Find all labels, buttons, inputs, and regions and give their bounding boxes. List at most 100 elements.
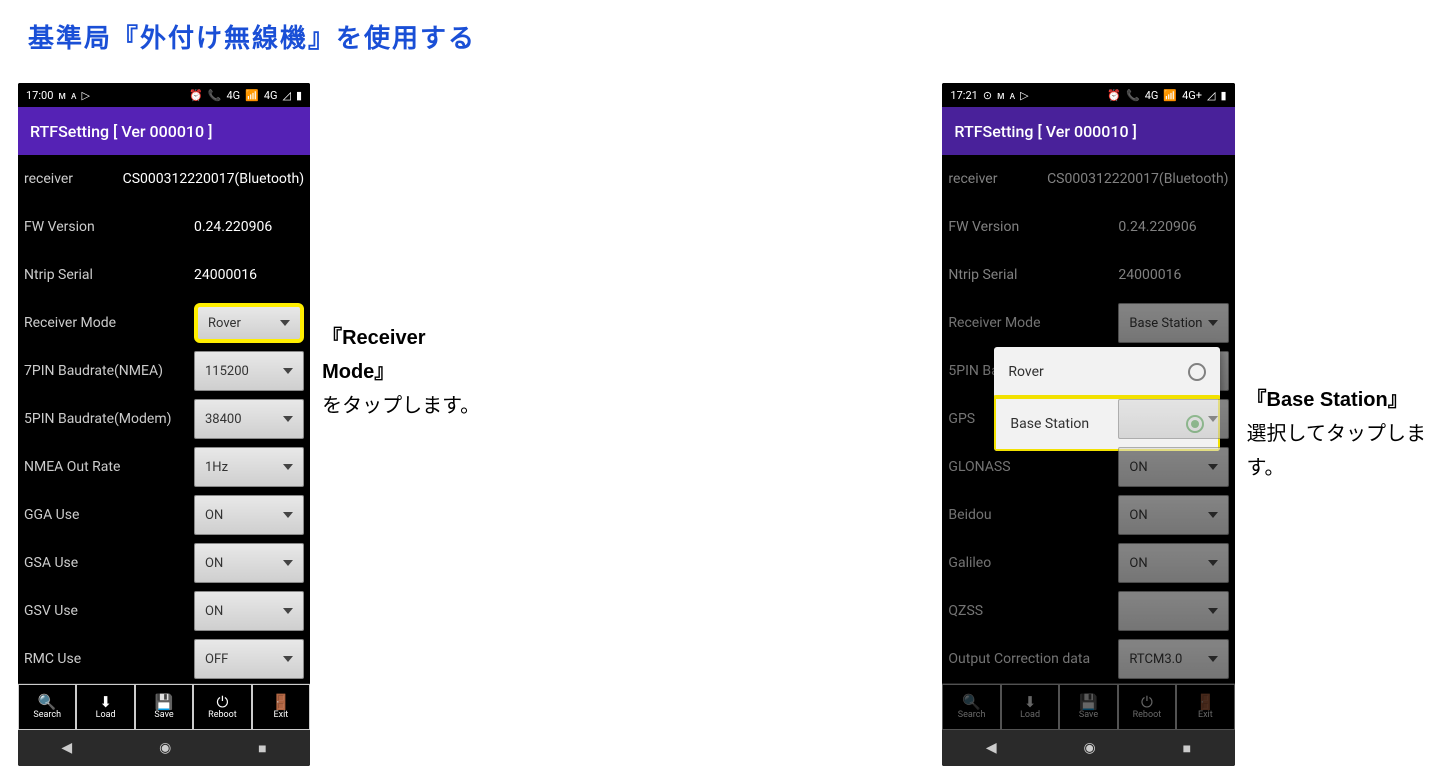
- signal-icon: ◿: [283, 89, 291, 102]
- load-button[interactable]: ⬇Load: [76, 684, 134, 730]
- status-icon: ᴀ: [71, 89, 76, 102]
- chevron-down-icon: [283, 656, 293, 662]
- home-button[interactable]: ◉: [159, 740, 171, 756]
- load-button[interactable]: ⬇Load: [1001, 684, 1059, 730]
- chevron-down-icon: [1208, 320, 1218, 326]
- bottom-toolbar: 🔍Search ⬇Load 💾Save ⏻Reboot 🚪Exit: [18, 683, 310, 730]
- receiver-mode-dropdown[interactable]: Rover: [194, 303, 304, 343]
- back-button[interactable]: ◀: [986, 740, 997, 756]
- gsv-dropdown[interactable]: ON: [194, 591, 304, 631]
- row-7pin: 7PIN Baudrate(NMEA) 115200: [18, 347, 310, 395]
- chevron-down-icon: [283, 368, 293, 374]
- back-button[interactable]: ◀: [61, 740, 72, 756]
- gga-dropdown[interactable]: ON: [194, 495, 304, 535]
- chevron-down-icon: [280, 320, 290, 326]
- chevron-down-icon: [283, 608, 293, 614]
- gsa-dropdown[interactable]: ON: [194, 543, 304, 583]
- output-correction-dropdown[interactable]: RTCM3.0: [1118, 639, 1228, 679]
- beidou-dropdown[interactable]: ON: [1118, 495, 1228, 535]
- android-navbar: ◀ ◉ ■: [942, 730, 1234, 766]
- 5pin-baud-dropdown[interactable]: 38400: [194, 399, 304, 439]
- status-icon: ▷: [1020, 89, 1028, 102]
- reboot-button[interactable]: ⏻Reboot: [1118, 684, 1176, 730]
- nmea-rate-dropdown[interactable]: 1Hz: [194, 447, 304, 487]
- row-output-correction: Output Correction data RTCM3.0: [942, 635, 1234, 683]
- recent-button[interactable]: ■: [258, 740, 266, 757]
- reboot-icon: ⏻: [1141, 695, 1153, 710]
- chevron-down-icon: [283, 464, 293, 470]
- save-icon: 💾: [1079, 695, 1098, 710]
- save-button[interactable]: 💾Save: [1059, 684, 1117, 730]
- row-gsv: GSV Use ON: [18, 587, 310, 635]
- status-icon: ᴍ: [58, 89, 66, 102]
- status-icon: ᴍ: [997, 89, 1005, 102]
- qzss-dropdown[interactable]: [1118, 591, 1228, 631]
- exit-icon: 🚪: [1196, 695, 1215, 710]
- chevron-down-icon: [1208, 656, 1218, 662]
- row-galileo: Galileo ON: [942, 539, 1234, 587]
- search-button[interactable]: 🔍Search: [18, 684, 76, 730]
- load-icon: ⬇: [1024, 695, 1037, 710]
- reboot-button[interactable]: ⏻Reboot: [193, 684, 251, 730]
- info-row-fw: FW Version0.24.220906: [942, 203, 1234, 251]
- radio-off-icon: [1188, 363, 1206, 381]
- annotation-2: 『Base Station』 選択してタップします。: [1247, 83, 1439, 485]
- battery-icon: ▮: [296, 89, 302, 102]
- save-icon: 💾: [155, 695, 174, 710]
- status-time: 17:00: [26, 89, 53, 102]
- row-gps: GPS: [942, 395, 1234, 443]
- rmc-dropdown[interactable]: OFF: [194, 639, 304, 679]
- recent-button[interactable]: ■: [1183, 740, 1191, 757]
- alarm-icon: ⏰: [189, 89, 203, 102]
- phone-screenshot-1: 17:00 ᴍ ᴀ ▷ ⏰ 📞 4G 📶 4G ◿ ▮ RTFSetting […: [18, 83, 310, 766]
- save-button[interactable]: 💾Save: [135, 684, 193, 730]
- signal-icon: 📶: [1163, 89, 1177, 102]
- chevron-down-icon: [1208, 464, 1218, 470]
- call-icon: 📞: [1126, 89, 1140, 102]
- 7pin-baud-dropdown[interactable]: 115200: [194, 351, 304, 391]
- gps-dropdown[interactable]: [1118, 399, 1228, 439]
- glonass-dropdown[interactable]: ON: [1118, 447, 1228, 487]
- exit-icon: 🚪: [272, 695, 291, 710]
- reboot-icon: ⏻: [217, 695, 229, 710]
- row-5pin: 5PIN Baudrate(Modem) 38400: [18, 395, 310, 443]
- exit-button[interactable]: 🚪Exit: [252, 684, 310, 730]
- annotation-1: 『Receiver Mode』 をタップします。: [322, 83, 482, 423]
- chevron-down-icon: [283, 560, 293, 566]
- info-row-receiver: receiverCS000312220017(Bluetooth): [18, 155, 310, 203]
- bottom-toolbar: 🔍Search ⬇Load 💾Save ⏻Reboot 🚪Exit: [942, 683, 1234, 730]
- status-icon: ⊙: [983, 89, 992, 102]
- alarm-icon: ⏰: [1107, 89, 1121, 102]
- chevron-down-icon: [1208, 560, 1218, 566]
- chevron-down-icon: [1208, 416, 1218, 422]
- row-receiver-mode: Receiver Mode Base Station: [942, 299, 1234, 347]
- info-row-ntrip: Ntrip Serial24000016: [942, 251, 1234, 299]
- call-icon: 📞: [208, 89, 222, 102]
- receiver-mode-dropdown[interactable]: Base Station: [1118, 303, 1228, 343]
- row-5pin: 5PIN Ba Rover Base Station: [942, 347, 1234, 395]
- info-row-ntrip: Ntrip Serial24000016: [18, 251, 310, 299]
- search-icon: 🔍: [962, 695, 981, 710]
- home-button[interactable]: ◉: [1084, 740, 1096, 756]
- search-button[interactable]: 🔍Search: [942, 684, 1000, 730]
- row-rmc: RMC Use OFF: [18, 635, 310, 683]
- net-icon: 4G+: [1182, 89, 1202, 102]
- exit-button[interactable]: 🚪Exit: [1176, 684, 1234, 730]
- row-nmea-rate: NMEA Out Rate 1Hz: [18, 443, 310, 491]
- phone-screenshot-2: 17:21 ⊙ ᴍ ᴀ ▷ ⏰ 📞 4G 📶 4G+ ◿ ▮ RTFSettin…: [942, 83, 1234, 766]
- galileo-dropdown[interactable]: ON: [1118, 543, 1228, 583]
- info-row-fw: FW Version0.24.220906: [18, 203, 310, 251]
- row-gsa: GSA Use ON: [18, 539, 310, 587]
- net-icon: 4G: [226, 89, 240, 102]
- app-title-bar: RTFSetting [ Ver 000010 ]: [18, 107, 310, 155]
- page-title: 基準局『外付け無線機』を使用する: [0, 0, 1439, 55]
- info-row-receiver: receiverCS000312220017(Bluetooth): [942, 155, 1234, 203]
- net-icon: 4G: [1145, 89, 1159, 102]
- chevron-down-icon: [283, 416, 293, 422]
- net-icon: 4G: [264, 89, 278, 102]
- status-bar: 17:00 ᴍ ᴀ ▷ ⏰ 📞 4G 📶 4G ◿ ▮: [18, 83, 310, 107]
- status-icon: ▷: [81, 89, 89, 102]
- load-icon: ⬇: [99, 695, 112, 710]
- popup-option-rover[interactable]: Rover: [994, 347, 1220, 397]
- android-navbar: ◀ ◉ ■: [18, 730, 310, 766]
